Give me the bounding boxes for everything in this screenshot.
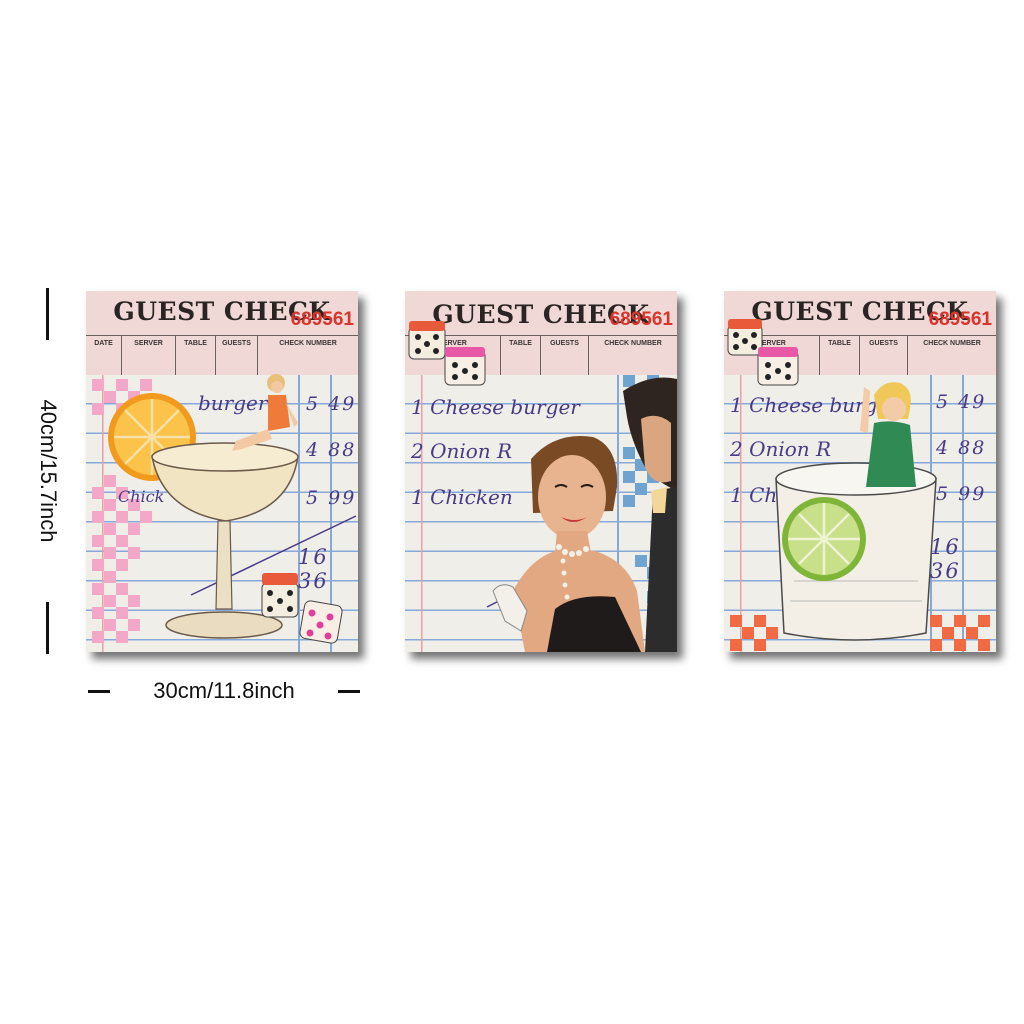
lime-glass-illustration xyxy=(727,319,937,641)
vintage-couple-illustration xyxy=(408,321,677,652)
height-tick-top xyxy=(46,288,49,340)
cocktail-illustration xyxy=(108,374,357,644)
width-label: 30cm/11.8inch xyxy=(153,678,295,703)
width-tick-left xyxy=(88,690,110,693)
height-dimension: 40cm/15.7inch xyxy=(20,288,76,654)
height-tick-bottom xyxy=(46,602,49,654)
canvas-panel-2: GUEST CHECK SERVER TABLE GUESTS CHECK NU… xyxy=(405,291,677,652)
width-dimension: 30cm/11.8inch xyxy=(88,676,360,708)
canvas-panel-1: GUEST CHECK DATE SERVER TABLE GUESTS CHE… xyxy=(86,291,358,652)
width-tick-right xyxy=(338,690,360,693)
canvas-panel-3: GUEST CHECK SERVER TABLE GUESTS CHECK NU… xyxy=(724,291,996,652)
height-label: 40cm/15.7inch xyxy=(36,399,61,543)
